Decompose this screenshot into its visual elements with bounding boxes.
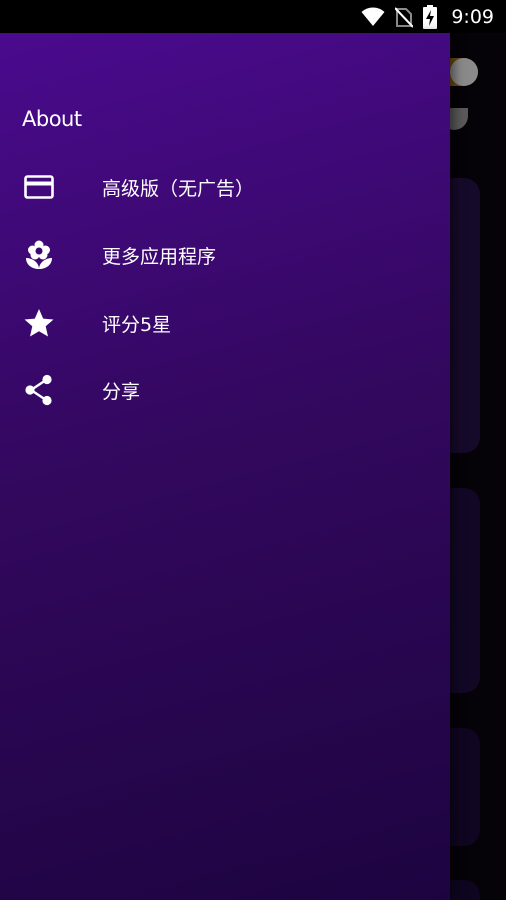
menu-item-share[interactable]: 分享 bbox=[0, 362, 450, 418]
drawer-title: About bbox=[22, 107, 82, 131]
star-icon bbox=[22, 306, 56, 340]
screen: 9:09 About 高级版（无广告） 更多应用程序 评分5星 分享 bbox=[0, 0, 506, 900]
status-time: 9:09 bbox=[451, 5, 494, 28]
battery-charging-icon bbox=[423, 4, 438, 29]
menu-item-label: 高级版（无广告） bbox=[102, 177, 255, 200]
menu-item-rate[interactable]: 评分5星 bbox=[0, 295, 450, 351]
no-sim-icon bbox=[395, 6, 414, 28]
status-bar: 9:09 bbox=[0, 0, 506, 33]
share-icon bbox=[22, 373, 56, 407]
menu-item-more-apps[interactable]: 更多应用程序 bbox=[0, 227, 450, 283]
background-toggle-knob bbox=[450, 58, 478, 86]
menu-item-premium[interactable]: 高级版（无广告） bbox=[0, 159, 450, 215]
menu-item-label: 更多应用程序 bbox=[102, 245, 217, 268]
credit-card-icon bbox=[22, 170, 56, 204]
flower-icon bbox=[22, 238, 56, 272]
wifi-icon bbox=[361, 7, 385, 27]
navigation-drawer: About 高级版（无广告） 更多应用程序 评分5星 分享 bbox=[0, 33, 450, 900]
menu-item-label: 评分5星 bbox=[102, 313, 172, 336]
menu-item-label: 分享 bbox=[102, 380, 141, 403]
